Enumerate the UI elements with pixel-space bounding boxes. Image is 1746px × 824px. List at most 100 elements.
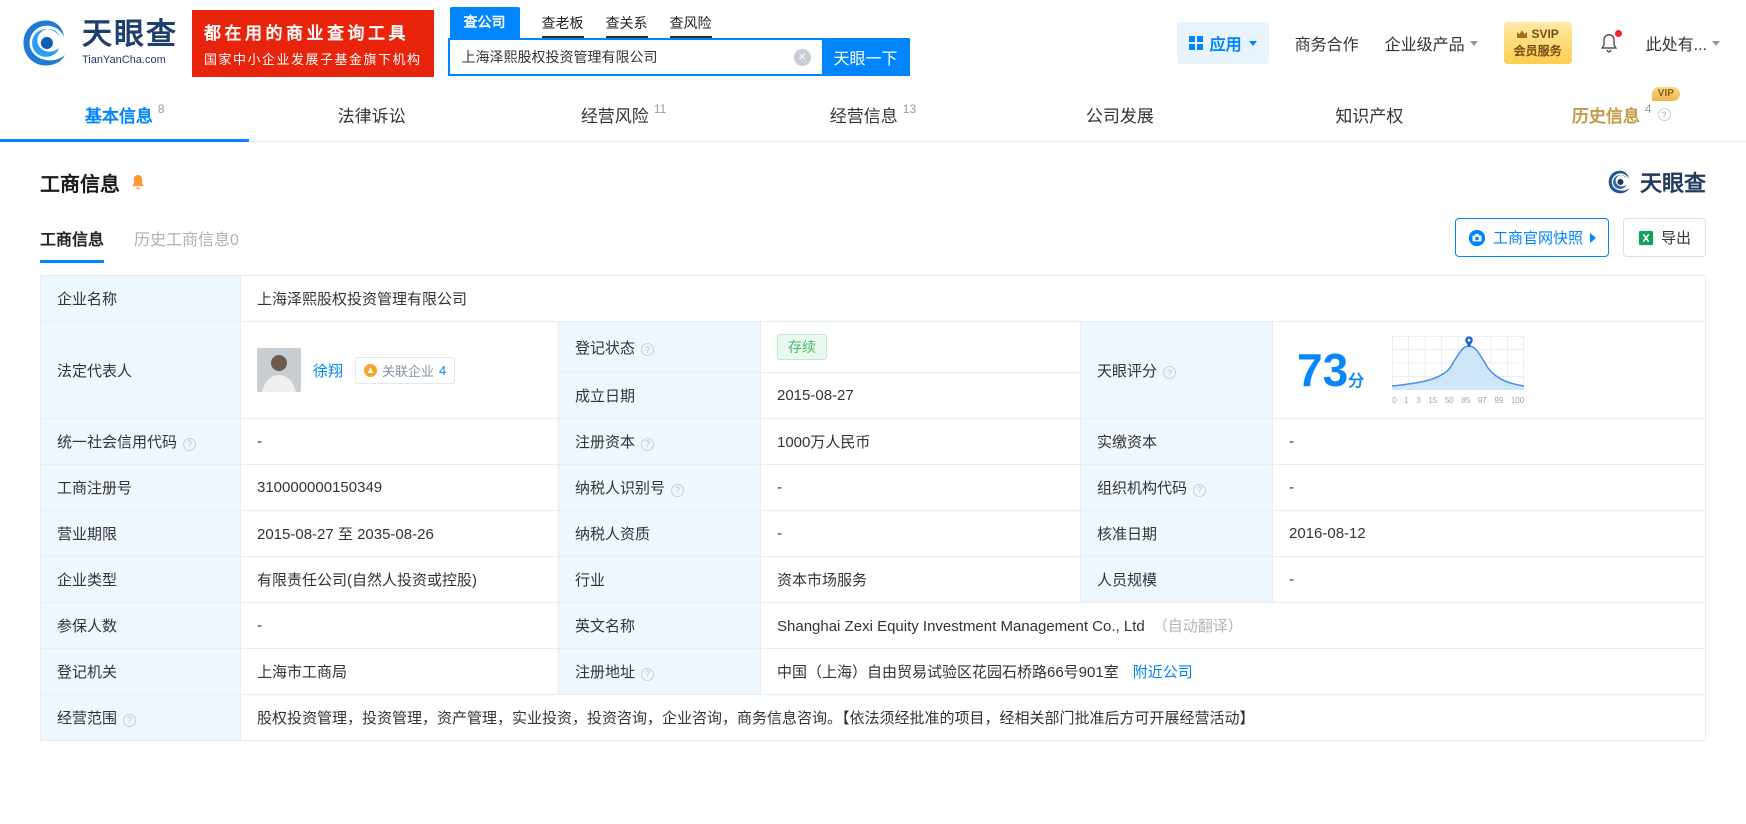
tab-legal-litigation[interactable]: 法律诉讼: [249, 88, 498, 141]
header: 天眼查 TianYanCha.com 都在用的商业查询工具 国家中小企业发展子基…: [0, 0, 1746, 86]
clear-icon[interactable]: [793, 48, 811, 66]
tab-history-info[interactable]: 历史信息 VIP 4: [1497, 87, 1746, 141]
notification-bell[interactable]: [1598, 30, 1622, 54]
section-header: 工商信息 天眼查: [0, 142, 1746, 198]
subtab-history-business-info[interactable]: 历史工商信息0: [134, 226, 239, 250]
table-row: 企业类型 有限责任公司(自然人投资或控股) 行业 资本市场服务 人员规模 -: [40, 556, 1706, 603]
apps-menu-button[interactable]: 应用: [1176, 22, 1269, 64]
help-icon[interactable]: [641, 437, 655, 451]
tab-count: 13: [902, 101, 917, 116]
field-label-reg-authority: 登记机关: [40, 648, 241, 695]
field-value-paid-capital: -: [1272, 418, 1706, 465]
tab-label: 基本信息: [84, 107, 153, 126]
slogan-line1: 都在用的商业查询工具: [204, 23, 409, 43]
help-icon[interactable]: [641, 667, 655, 681]
slogan-banner: 都在用的商业查询工具 国家中小企业发展子基金旗下机构: [192, 9, 434, 77]
table-row: 统一社会信用代码 - 注册资本 1000万人民币 实缴资本 -: [40, 418, 1706, 465]
search-input[interactable]: [447, 37, 822, 76]
alert-bell-icon[interactable]: [129, 173, 147, 191]
logo-text: 天眼查 TianYanCha.com: [82, 18, 178, 67]
tab-basic-info[interactable]: 基本信息 8: [0, 88, 250, 142]
business-info-table: 企业名称 上海泽熙股权投资管理有限公司 法定代表人 徐翔 关联企业 4 登记状态…: [40, 275, 1706, 741]
help-icon[interactable]: [183, 437, 197, 451]
help-icon[interactable]: [671, 483, 685, 497]
score-chart: 01 3 15 50 85 97 99 100: [1392, 335, 1525, 405]
export-label: 导出: [1660, 230, 1691, 247]
tab-intellectual-property[interactable]: 知识产权: [1247, 88, 1496, 141]
notification-dot: [1614, 30, 1622, 37]
field-label-credit-code: 统一社会信用代码: [40, 418, 241, 465]
field-label-company-type: 企业类型: [40, 556, 241, 603]
tianyancha-logo[interactable]: 天眼查 TianYanCha.com: [20, 17, 178, 69]
related-companies-count: 4: [439, 362, 447, 378]
legal-rep-name-link[interactable]: 徐翔: [313, 360, 343, 381]
field-value-reg-status: 存续: [760, 321, 1081, 373]
score-unit: 分: [1348, 373, 1365, 390]
nav-enterprise-products[interactable]: 企业级产品: [1385, 31, 1478, 55]
help-icon[interactable]: [641, 343, 655, 356]
status-badge: 存续: [777, 334, 827, 360]
watermark-logo-icon: [1608, 170, 1630, 194]
subtab-business-info[interactable]: 工商信息: [40, 226, 105, 263]
field-value-approval-date: 2016-08-12: [1272, 510, 1706, 557]
crown-icon: [1517, 30, 1528, 38]
chevron-down-icon: [1248, 40, 1257, 46]
field-label-org-code: 组织机构代码: [1080, 464, 1273, 511]
tab-operation-info[interactable]: 经营信息 13: [748, 88, 997, 141]
tab-label: 知识产权: [1335, 107, 1404, 126]
related-company-icon: [364, 363, 378, 377]
field-label-business-scope: 经营范围: [40, 694, 241, 741]
related-companies-tag[interactable]: 关联企业 4: [355, 356, 456, 384]
table-row: 营业期限 2015-08-27 至 2035-08-26 纳税人资质 - 核准日…: [40, 510, 1706, 557]
table-row: 企业名称 上海泽熙股权投资管理有限公司: [40, 275, 1706, 322]
svip-label: SVIP: [1531, 27, 1559, 41]
subtab-actions: 工商官网快照 导出: [1454, 218, 1706, 257]
field-value-established: 2015-08-27: [760, 372, 1081, 419]
main-tabbar: 基本信息 8 法律诉讼 经营风险 11 经营信息 13 公司发展 知识产权 历史…: [0, 87, 1746, 142]
help-icon[interactable]: [123, 713, 137, 727]
search-tab-boss[interactable]: 查老板: [541, 13, 584, 38]
official-snapshot-button[interactable]: 工商官网快照: [1454, 218, 1609, 257]
help-icon[interactable]: [1193, 483, 1207, 497]
nearby-companies-link[interactable]: 附近公司: [1133, 664, 1193, 681]
slogan-line2: 国家中小企业发展子基金旗下机构: [204, 51, 422, 67]
header-nav: 应用 商务合作 企业级产品 SVIP 会员服务 此处有...: [1176, 22, 1720, 64]
search-row: 天眼一下: [447, 37, 910, 76]
tab-operation-risk[interactable]: 经营风险 11: [499, 88, 748, 141]
field-label-reg-number: 工商注册号: [40, 464, 241, 511]
section-title: 工商信息: [40, 173, 120, 196]
nav-business-cooperation[interactable]: 商务合作: [1295, 31, 1359, 55]
tab-count: 4: [1644, 101, 1652, 116]
search-tab-company[interactable]: 查公司: [449, 6, 520, 38]
tab-label: 法律诉讼: [337, 107, 406, 126]
search-tab-risk[interactable]: 查风险: [669, 13, 712, 38]
field-label-english-name: 英文名称: [558, 602, 761, 649]
field-label-approval-date: 核准日期: [1080, 510, 1273, 557]
field-value-taxpayer-id: -: [760, 464, 1081, 511]
tab-company-development[interactable]: 公司发展: [998, 88, 1247, 141]
search-button[interactable]: 天眼一下: [821, 37, 910, 76]
svip-membership-badge[interactable]: SVIP 会员服务: [1503, 22, 1572, 64]
user-menu[interactable]: 此处有...: [1646, 31, 1720, 55]
tab-count: 8: [157, 101, 165, 116]
search-block: 查公司 查老板 查关系 查风险 天眼一下: [447, 6, 910, 76]
search-tab-relation[interactable]: 查关系: [605, 13, 648, 38]
chevron-down-icon: [1469, 40, 1478, 46]
related-companies-label: 关联企业: [382, 363, 435, 379]
excel-icon: [1638, 230, 1654, 245]
svip-sublabel: 会员服务: [1513, 44, 1562, 58]
field-label-business-term: 营业期限: [40, 510, 241, 557]
help-icon[interactable]: [1163, 366, 1177, 379]
help-icon[interactable]: [1657, 108, 1671, 121]
arrow-right-icon: [1589, 232, 1596, 243]
field-label-established: 成立日期: [558, 372, 761, 419]
legal-rep-avatar[interactable]: [257, 348, 301, 392]
tab-count: 11: [653, 101, 667, 116]
logo-cn: 天眼查: [82, 18, 178, 51]
table-row: 法定代表人 徐翔 关联企业 4 登记状态? 存续 天眼评分? 73分 0 1 3…: [40, 321, 1706, 419]
field-label-address: 注册地址: [558, 648, 761, 695]
field-value-score: 73分 0 1 3 15 50 85 97 99 100: [1272, 321, 1706, 419]
export-button[interactable]: 导出: [1622, 218, 1706, 257]
table-row: 工商注册号 310000000150349 纳税人识别号 - 组织机构代码 -: [40, 464, 1706, 511]
field-value-industry: 资本市场服务: [760, 556, 1081, 603]
